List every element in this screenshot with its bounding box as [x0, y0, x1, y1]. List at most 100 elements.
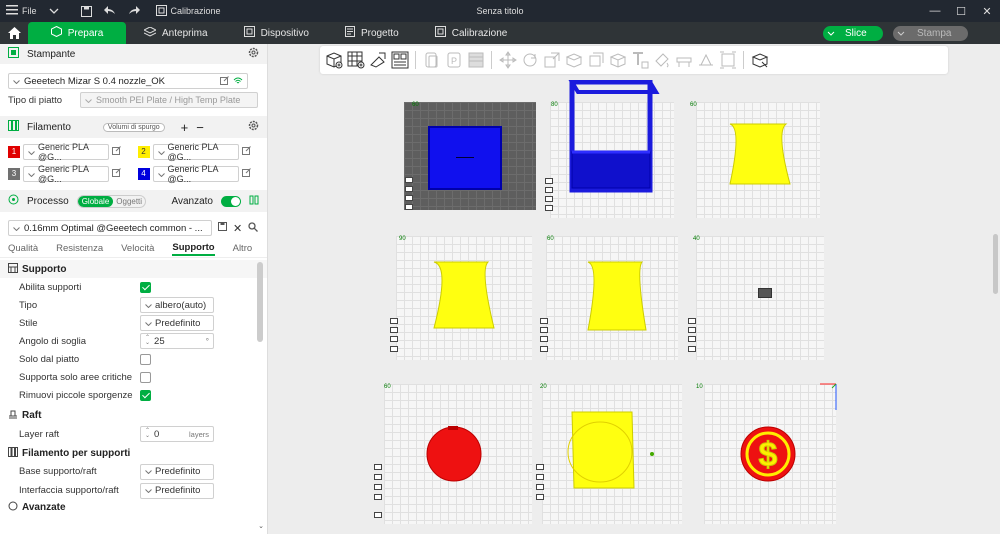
filament-color-swatch[interactable]: 3: [8, 168, 20, 180]
purge-volumes-button[interactable]: Volumi di spurgo: [102, 122, 165, 132]
filament-color-swatch[interactable]: 2: [137, 146, 150, 158]
plate-5-object[interactable]: [546, 236, 678, 360]
scale-icon[interactable]: [542, 51, 561, 70]
support-style-select[interactable]: Predefinito: [140, 315, 214, 331]
build-plate-3[interactable]: [696, 102, 820, 218]
compare-icon[interactable]: [249, 195, 259, 208]
tab-calibrazione[interactable]: Calibrazione: [417, 22, 526, 44]
copy-plate-icon[interactable]: [422, 51, 441, 70]
support-paint-icon[interactable]: [674, 51, 693, 70]
edit-icon[interactable]: [112, 146, 121, 158]
plate-7-close-icon[interactable]: [374, 494, 382, 500]
save-icon[interactable]: [75, 0, 98, 22]
text-icon[interactable]: [630, 51, 649, 70]
subtab-supporto[interactable]: Supporto: [172, 242, 215, 256]
search-icon[interactable]: [248, 221, 259, 235]
cut-icon[interactable]: [608, 51, 627, 70]
plate-4-object[interactable]: [396, 236, 532, 360]
gear-icon[interactable]: [248, 120, 259, 134]
plate-1-object[interactable]: [428, 126, 502, 190]
close-icon[interactable]: ✕: [233, 222, 242, 235]
tab-dispositivo[interactable]: Dispositivo: [226, 22, 327, 44]
global-toggle[interactable]: Globale: [77, 195, 114, 207]
tab-progetto[interactable]: Progetto: [327, 22, 417, 44]
plate-2-close-icon[interactable]: [545, 205, 553, 211]
file-menu[interactable]: File: [0, 0, 43, 22]
plate-6-close-icon[interactable]: [688, 346, 696, 352]
plate-7-settings-icon[interactable]: [374, 474, 382, 480]
plate-1-arrange-icon[interactable]: [405, 195, 413, 201]
subtab-altro[interactable]: Altro: [233, 243, 253, 254]
plate-2-arrange-icon[interactable]: [545, 196, 553, 202]
plate-6-object[interactable]: [758, 288, 772, 298]
edit-icon[interactable]: [112, 168, 121, 180]
build-plate-6[interactable]: [696, 236, 824, 360]
plate-5-lock-icon[interactable]: [540, 318, 548, 324]
lay-on-face-icon[interactable]: [564, 51, 583, 70]
filament-color-swatch[interactable]: 4: [137, 168, 150, 180]
plate-8-close-icon[interactable]: [536, 494, 544, 500]
advanced-switch[interactable]: [221, 195, 241, 207]
measure-icon[interactable]: [718, 51, 737, 70]
filament-color-swatch[interactable]: 1: [8, 146, 20, 158]
build-plate-1[interactable]: [404, 102, 536, 210]
seam-icon[interactable]: [696, 51, 715, 70]
size-icon[interactable]: [586, 51, 605, 70]
maximize-icon[interactable]: ☐: [948, 0, 974, 22]
build-plate-only-checkbox[interactable]: [140, 353, 151, 365]
arrange-icon[interactable]: [390, 51, 409, 70]
plate-8-object[interactable]: [542, 384, 682, 524]
plate-2-lock-icon[interactable]: [545, 178, 553, 184]
objects-toggle[interactable]: Oggetti: [113, 196, 145, 207]
build-plate-9[interactable]: $: [704, 384, 836, 524]
paint-icon[interactable]: [652, 51, 671, 70]
auto-orient-icon[interactable]: [368, 51, 387, 70]
assembly-icon[interactable]: [750, 51, 769, 70]
global-objects-toggle[interactable]: Globale Oggetti: [76, 194, 147, 208]
plater-viewport[interactable]: P 60 80 60 90 60 40 60 20 $ 10: [268, 44, 1000, 534]
build-plate-7[interactable]: [384, 384, 532, 524]
build-plate-8[interactable]: [542, 384, 682, 524]
home-icon[interactable]: [0, 22, 28, 44]
edit-icon[interactable]: [241, 146, 251, 158]
filament-slot-3[interactable]: 3 Generic PLA @G...: [8, 164, 130, 184]
enable-support-checkbox[interactable]: [140, 281, 151, 293]
viewport-scrollbar[interactable]: [993, 234, 998, 294]
undo-icon[interactable]: [98, 0, 122, 22]
slice-button[interactable]: Slice: [823, 26, 883, 41]
print-button[interactable]: Stampa: [893, 26, 968, 41]
plate-5-settings-icon[interactable]: [540, 327, 548, 333]
plate-settings-icon[interactable]: P: [444, 51, 463, 70]
filament-slot-1[interactable]: 1 Generic PLA @G...: [8, 142, 130, 162]
plate-8-arrange-icon[interactable]: [536, 484, 544, 490]
close-icon[interactable]: ✕: [974, 0, 1000, 22]
chevron-down-icon[interactable]: [43, 0, 65, 22]
plate-3-object[interactable]: [696, 102, 820, 218]
tab-anteprima[interactable]: Anteprima: [126, 22, 226, 44]
plate-1-close-icon[interactable]: [405, 204, 413, 210]
plate-1-lock-icon[interactable]: [405, 177, 413, 183]
wifi-icon[interactable]: [233, 76, 243, 87]
split-icon[interactable]: [466, 51, 485, 70]
stepper-icon[interactable]: ⌃ ⌄: [145, 428, 150, 439]
subtab-velocita[interactable]: Velocità: [121, 243, 154, 254]
scroll-down-icon[interactable]: ⌄: [258, 522, 264, 530]
plate-8-settings-icon[interactable]: [536, 474, 544, 480]
rotate-icon[interactable]: [520, 51, 539, 70]
threshold-angle-input[interactable]: ⌃ ⌄ 25 °: [140, 333, 214, 349]
plate-8-lock-icon[interactable]: [536, 464, 544, 470]
tab-prepara[interactable]: Prepara: [28, 22, 126, 44]
plate-7-object[interactable]: [384, 384, 532, 524]
build-plate-5[interactable]: [546, 236, 678, 360]
remove-small-checkbox[interactable]: [140, 389, 151, 401]
subtab-resistenza[interactable]: Resistenza: [56, 243, 103, 254]
plate-1-settings-icon[interactable]: [405, 186, 413, 192]
remove-filament-icon[interactable]: −: [196, 120, 204, 135]
filament-slot-4[interactable]: 4 Generic PLA @G...: [137, 164, 260, 184]
plate-7-lock-icon[interactable]: [374, 464, 382, 470]
plate-2-settings-icon[interactable]: [545, 187, 553, 193]
plate-5-arrange-icon[interactable]: [540, 336, 548, 342]
plate-7-arrange-icon[interactable]: [374, 484, 382, 490]
printer-select[interactable]: Geeetech Mizar S 0.4 nozzle_OK: [8, 73, 248, 89]
plate-4-close-icon[interactable]: [390, 346, 398, 352]
